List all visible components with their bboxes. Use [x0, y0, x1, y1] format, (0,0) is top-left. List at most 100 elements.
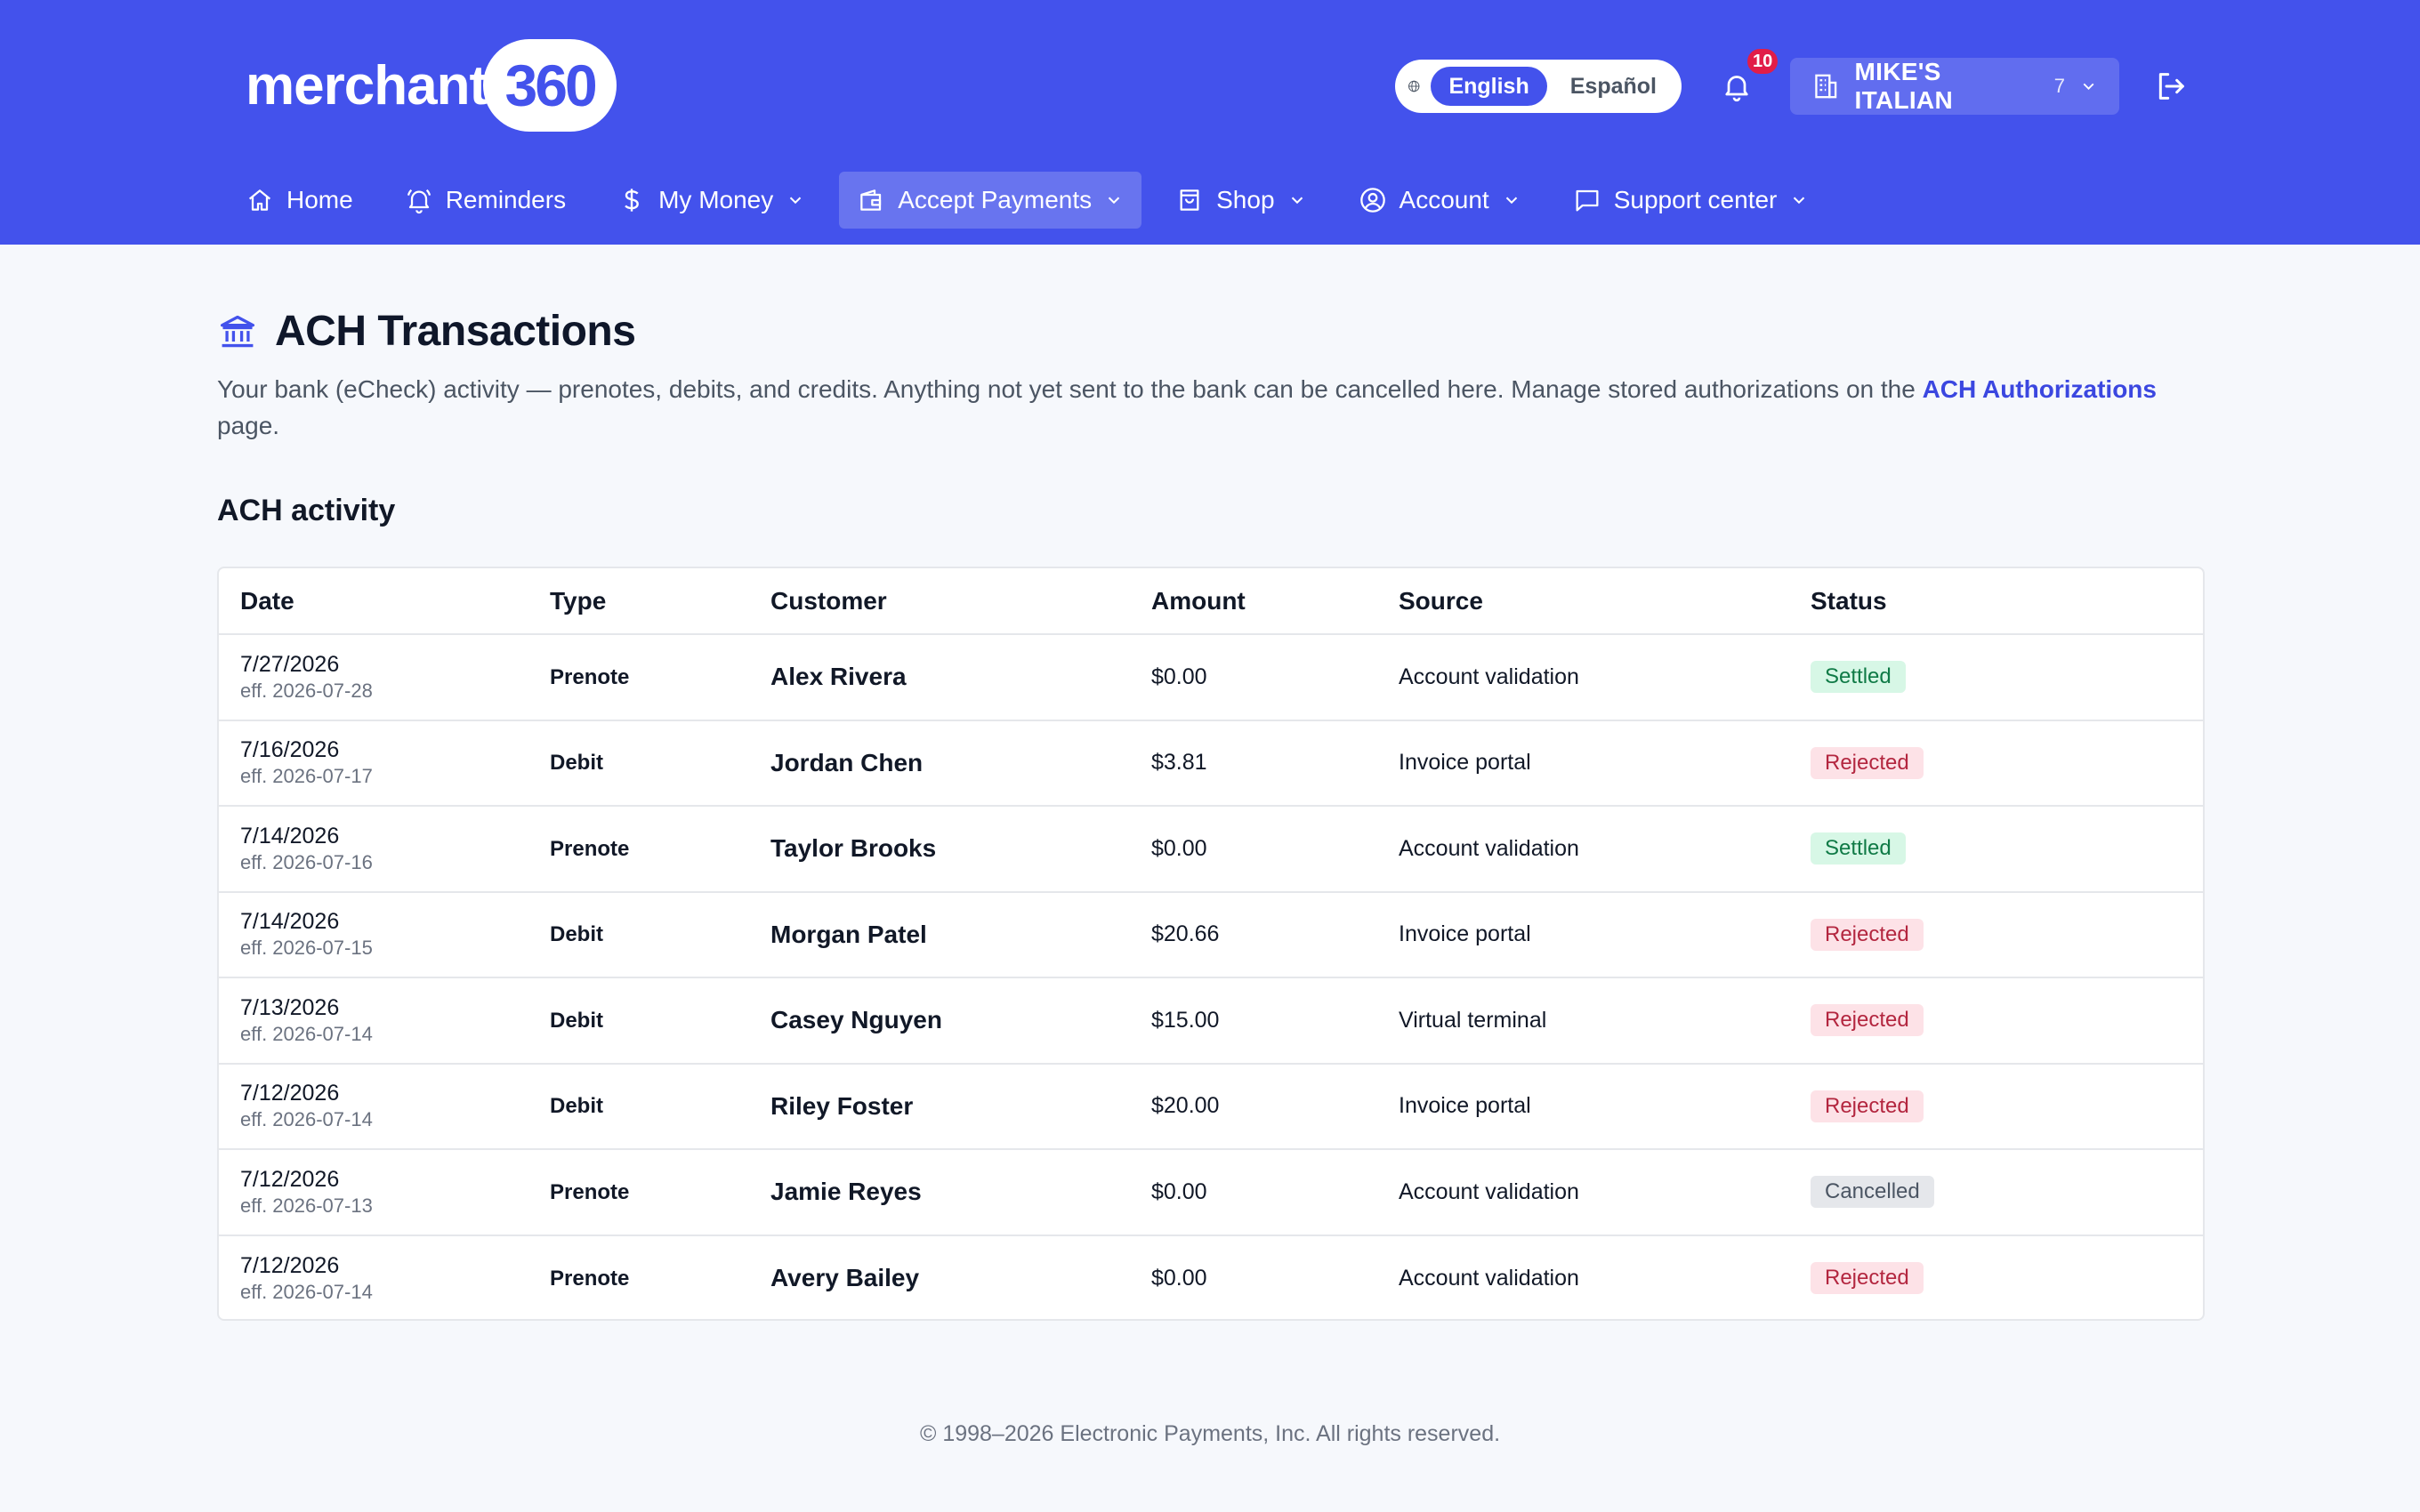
customer-name: Riley Foster: [770, 1091, 914, 1120]
nav-my-money-label: My Money: [658, 186, 774, 213]
status-badge: Rejected: [1811, 1090, 1924, 1122]
cell-customer: Alex Rivera: [770, 634, 1151, 721]
nav-my-money[interactable]: My Money: [600, 172, 823, 229]
building-icon: [1815, 74, 1837, 99]
cell-type: Debit: [550, 891, 770, 978]
cell-status: Rejected: [1811, 977, 2203, 1065]
amount-value: $0.00: [1151, 835, 1207, 861]
transaction-type: Prenote: [550, 836, 630, 861]
merchant-name: MIKE'S ITALIAN: [1854, 58, 1953, 114]
chat-icon: [1576, 189, 1599, 212]
cell-customer: Casey Nguyen: [770, 977, 1151, 1065]
logout-icon[interactable]: [2153, 68, 2189, 104]
nav-home-label: Home: [286, 186, 353, 213]
cell-source: Account validation: [1399, 1235, 1811, 1320]
transaction-date: 7/14/2026: [240, 909, 340, 935]
cell-status: Settled: [1811, 634, 2203, 721]
nav-shop[interactable]: Shop: [1158, 172, 1324, 229]
table-row[interactable]: 7/12/2026 eff. 2026-07-14 Prenote Avery …: [219, 1235, 2203, 1320]
dollar-icon: [625, 189, 639, 212]
cell-date: 7/12/2026 eff. 2026-07-14: [219, 1235, 550, 1320]
top-header: merchant 360 English Español 10 MIKE'S I…: [0, 0, 2420, 245]
transaction-type: Debit: [550, 1008, 603, 1033]
table-row[interactable]: 7/13/2026 eff. 2026-07-14 Debit Casey Ng…: [219, 977, 2203, 1065]
cell-customer: Taylor Brooks: [770, 806, 1151, 893]
effective-date: eff. 2026-07-17: [240, 765, 373, 788]
column-header-source: Source: [1399, 568, 1811, 635]
effective-date: eff. 2026-07-14: [240, 1280, 373, 1303]
cell-date: 7/12/2026 eff. 2026-07-13: [219, 1149, 550, 1236]
transaction-date: 7/13/2026: [240, 994, 340, 1020]
home-icon: [248, 189, 271, 211]
table-row[interactable]: 7/12/2026 eff. 2026-07-13 Prenote Jamie …: [219, 1149, 2203, 1236]
cell-customer: Morgan Patel: [770, 891, 1151, 978]
transaction-type: Debit: [550, 1094, 603, 1119]
transaction-date: 7/27/2026: [240, 651, 340, 677]
cell-customer: Jordan Chen: [770, 720, 1151, 807]
effective-date: eff. 2026-07-16: [240, 850, 373, 873]
cell-type: Debit: [550, 720, 770, 807]
effective-date: eff. 2026-07-15: [240, 937, 373, 960]
chevron-down-icon: [1505, 197, 1517, 205]
source-value: Virtual terminal: [1399, 1007, 1547, 1033]
table-row[interactable]: 7/14/2026 eff. 2026-07-15 Debit Morgan P…: [219, 891, 2203, 978]
cell-amount: $3.81: [1151, 720, 1399, 807]
status-badge: Rejected: [1811, 746, 1924, 779]
cell-status: Rejected: [1811, 1235, 2203, 1320]
column-header-date: Date: [219, 568, 550, 635]
effective-date: eff. 2026-07-14: [240, 1108, 373, 1131]
cell-amount: $20.00: [1151, 1063, 1399, 1150]
source-value: Account validation: [1399, 1265, 1579, 1291]
chevron-down-icon: [2083, 83, 2094, 90]
nav-account[interactable]: Account: [1341, 172, 1539, 229]
column-header-amount: Amount: [1151, 568, 1399, 635]
table-row[interactable]: 7/16/2026 eff. 2026-07-17 Debit Jordan C…: [219, 720, 2203, 807]
cell-customer: Jamie Reyes: [770, 1149, 1151, 1236]
cell-source: Invoice portal: [1399, 891, 1811, 978]
column-header-type: Type: [550, 568, 770, 635]
effective-date: eff. 2026-07-14: [240, 1022, 373, 1045]
source-value: Invoice portal: [1399, 921, 1531, 947]
header-utilities: English Español 10 MIKE'S ITALIAN 7: [0, 47, 2420, 115]
nav-reminders[interactable]: Reminders: [387, 172, 584, 229]
footer-copyright: © 1998–2026 Electronic Payments, Inc. Al…: [919, 1421, 1501, 1446]
language-option-english[interactable]: English: [1431, 67, 1547, 106]
main-nav: Home Reminders My Money Accept Payments …: [228, 172, 1843, 229]
customer-name: Morgan Patel: [770, 920, 927, 948]
customer-name: Casey Nguyen: [770, 1006, 942, 1034]
source-value: Account validation: [1399, 664, 1579, 689]
cell-date: 7/14/2026 eff. 2026-07-16: [219, 806, 550, 893]
language-option-espanol[interactable]: Español: [1547, 74, 1673, 100]
page-description: Your bank (eCheck) activity — prenotes, …: [217, 371, 2210, 444]
amount-value: $0.00: [1151, 1178, 1207, 1204]
cell-date: 7/16/2026 eff. 2026-07-17: [219, 720, 550, 807]
chevron-down-icon: [1291, 197, 1303, 205]
cell-date: 7/27/2026 eff. 2026-07-28: [219, 634, 550, 721]
cell-type: Debit: [550, 1063, 770, 1150]
cell-status: Settled: [1811, 806, 2203, 893]
ach-authorizations-link[interactable]: ACH Authorizations: [1923, 375, 2157, 403]
description-text: Your bank (eCheck) activity — prenotes, …: [217, 375, 1923, 403]
table-row[interactable]: 7/27/2026 eff. 2026-07-28 Prenote Alex R…: [219, 634, 2203, 721]
notifications-bell-icon[interactable]: [1721, 68, 1753, 104]
effective-date: eff. 2026-07-13: [240, 1194, 373, 1217]
transaction-date: 7/12/2026: [240, 1252, 340, 1278]
cell-date: 7/12/2026 eff. 2026-07-14: [219, 1063, 550, 1150]
table-row[interactable]: 7/14/2026 eff. 2026-07-16 Prenote Taylor…: [219, 806, 2203, 893]
wallet-icon: [860, 189, 882, 211]
effective-date: eff. 2026-07-28: [240, 679, 373, 702]
amount-value: $15.00: [1151, 1007, 1220, 1033]
transaction-date: 7/12/2026: [240, 1166, 340, 1192]
cell-status: Rejected: [1811, 1063, 2203, 1150]
cell-type: Debit: [550, 977, 770, 1065]
amount-value: $3.81: [1151, 750, 1207, 776]
nav-home[interactable]: Home: [228, 172, 371, 229]
cell-customer: Riley Foster: [770, 1063, 1151, 1150]
merchant-selector[interactable]: MIKE'S ITALIAN 7: [1790, 58, 2119, 115]
nav-accept-payments[interactable]: Accept Payments: [839, 172, 1142, 229]
amount-value: $0.00: [1151, 1265, 1207, 1291]
nav-accept-payments-label: Accept Payments: [898, 186, 1093, 213]
table-row[interactable]: 7/12/2026 eff. 2026-07-14 Debit Riley Fo…: [219, 1063, 2203, 1150]
description-text-end: page.: [217, 412, 280, 439]
nav-support-center[interactable]: Support center: [1555, 172, 1827, 229]
